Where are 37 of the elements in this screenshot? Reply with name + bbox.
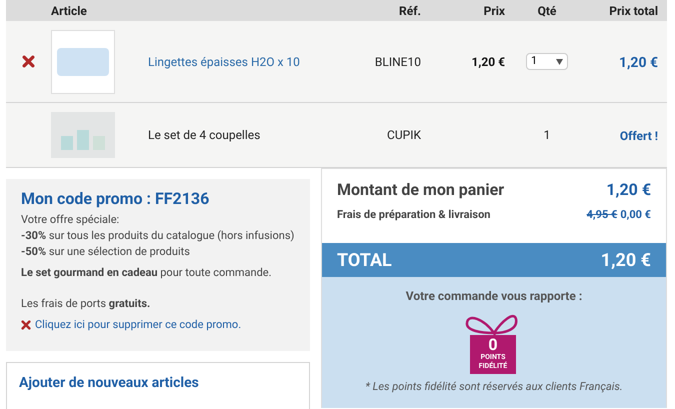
offer-text: Les frais de ports gratuits. [21,296,152,312]
total-price: Offert ! [620,129,658,143]
delete-icon[interactable] [21,320,31,330]
shipping-label: Frais de préparation & livraison [337,207,490,223]
offer-text: Le set gourmand en cadeau pour toute commande. [21,265,273,281]
total-label: TOTAL [337,248,392,272]
points-note: * Les points fidélité sont réservés aux clients Français. [365,379,623,395]
product-name: Le set de 4 coupelles [148,128,260,142]
caret-icon [556,58,563,64]
product-ref: BLINE10 [374,54,421,68]
shipping-price: 0,00 € [620,207,651,223]
product-link[interactable]: Lingettes épaisses H2O x 10 [148,54,300,68]
quantity-select[interactable]: 1 [526,53,568,70]
old-shipping-price: 4,95 € [586,207,618,223]
total-price: 1,20 € [618,54,658,70]
subtotal-value: 1,20 € [606,179,651,201]
column-header: Prix total [609,4,658,18]
quantity: 1 [544,127,550,144]
product-photo [51,30,115,94]
offer-text: Votre offre spéciale: [21,212,120,228]
product-ref: CUPIK [387,128,421,142]
offer-text: -30% sur tous les produits du catalogue (hors infusions) [21,228,295,244]
column-header: Qté [538,4,556,18]
subtotal-label: Montant de mon panier [337,179,504,201]
product-photo [51,112,115,158]
delete-icon[interactable] [22,55,35,68]
column-header: Article [51,4,87,18]
add-articles-title: Ajouter de nouveaux articles [19,374,200,393]
unit-price: 1,20 € [472,54,505,68]
offer-text: -50% sur une sélection de produits [21,244,191,260]
column-header: Réf. [399,4,421,18]
remove-promo-link[interactable]: Cliquez ici pour supprimer ce code promo. [35,317,242,333]
points-count: 0 [488,336,498,354]
points-title: Votre commande vous rapporte : [406,288,582,305]
column-header: Prix [484,4,505,18]
total-value: 1,20 € [600,248,651,272]
promo-title: Mon code promo : FF2136 [21,191,210,207]
